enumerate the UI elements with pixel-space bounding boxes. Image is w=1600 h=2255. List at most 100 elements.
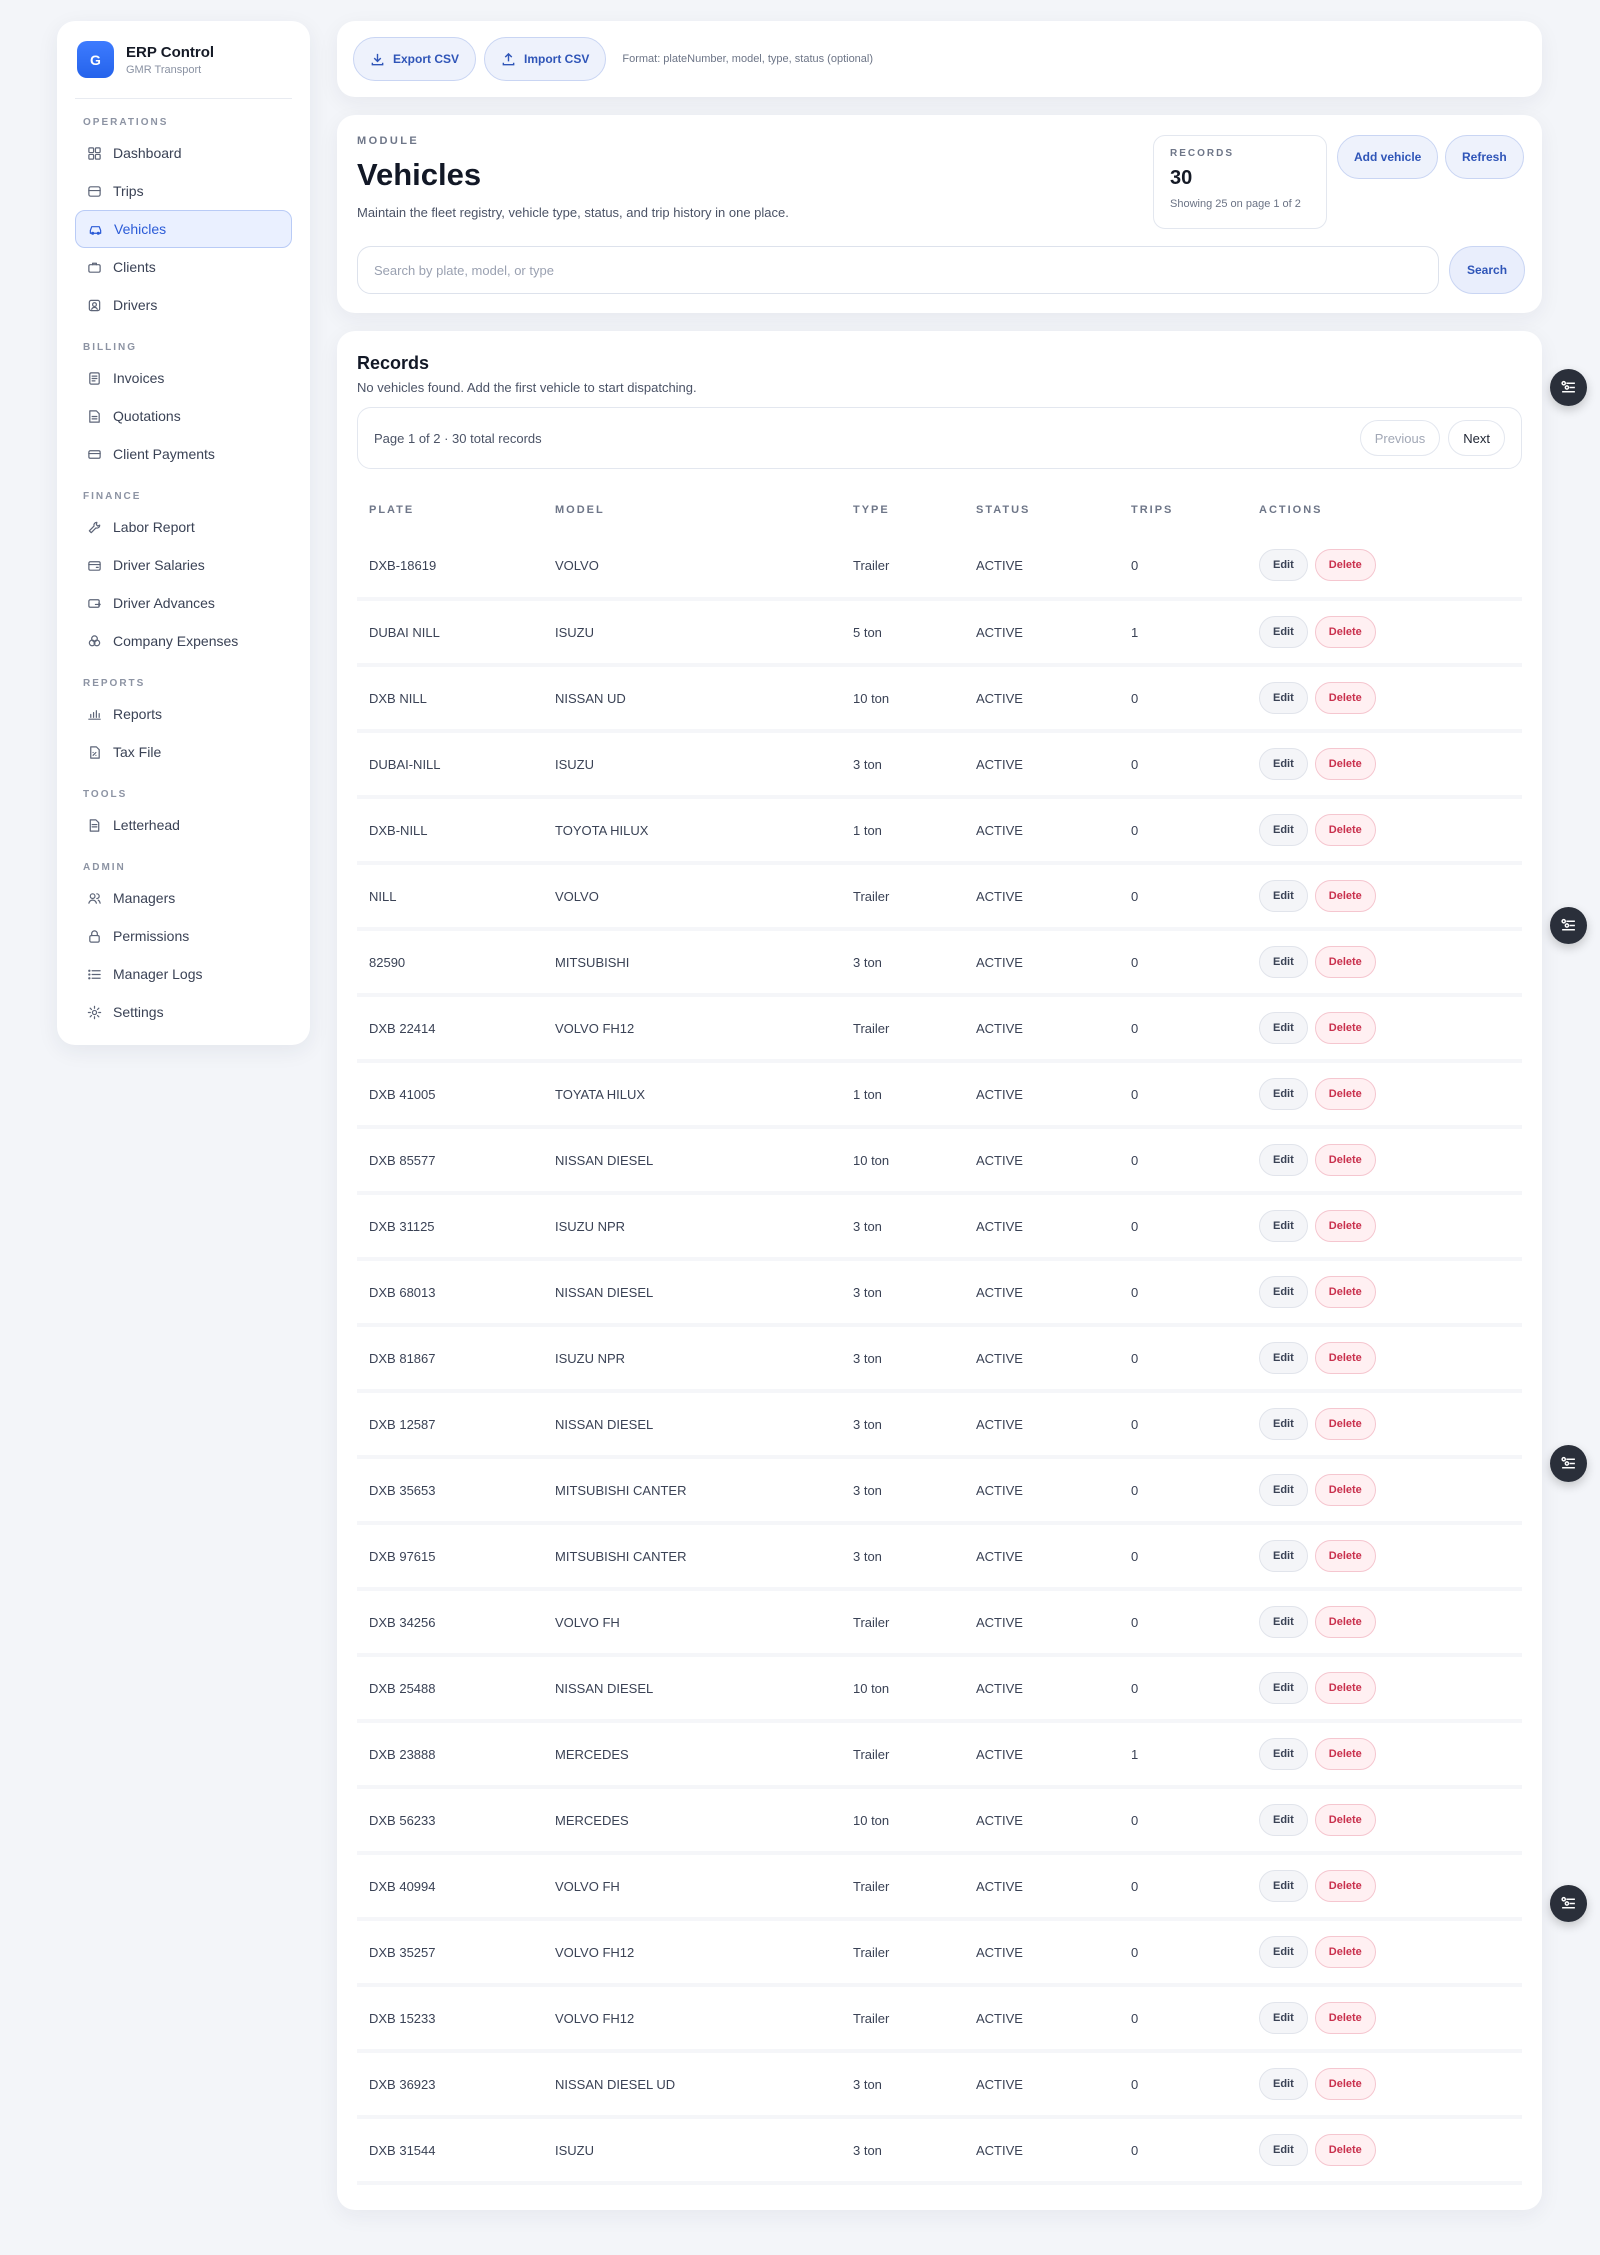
delete-button[interactable]: Delete <box>1314 1540 1376 1572</box>
edit-button[interactable]: Edit <box>1259 2068 1308 2100</box>
sidebar-item-settings[interactable]: Settings <box>75 993 292 1031</box>
delete-button[interactable]: Delete <box>1314 1276 1376 1308</box>
delete-button[interactable]: Delete <box>1314 748 1376 780</box>
floating-filter-button[interactable] <box>1550 907 1587 944</box>
edit-button[interactable]: Edit <box>1259 682 1308 714</box>
cell-actions: Edit Delete <box>1247 1655 1522 1723</box>
cell-model: ISUZU NPR <box>543 1193 841 1261</box>
refresh-button[interactable]: Refresh <box>1445 135 1524 179</box>
delete-button[interactable]: Delete <box>1314 1210 1376 1242</box>
cell-model: ISUZU <box>543 2117 841 2185</box>
delete-button[interactable]: Delete <box>1314 1408 1376 1440</box>
search-input[interactable] <box>357 246 1439 294</box>
cell-actions: Edit Delete <box>1247 929 1522 997</box>
sidebar-item-clients[interactable]: Clients <box>75 248 292 286</box>
edit-button[interactable]: Edit <box>1259 1210 1308 1242</box>
edit-button[interactable]: Edit <box>1259 1606 1308 1638</box>
floating-filter-button[interactable] <box>1550 1885 1587 1922</box>
table-row: DXB 22414 VOLVO FH12 Trailer ACTIVE 0 Edit Del… <box>357 995 1522 1063</box>
sidebar-item-driver-advances[interactable]: Driver Advances <box>75 584 292 622</box>
delete-button[interactable]: Delete <box>1314 1804 1376 1836</box>
export-csv-button[interactable]: Export CSV <box>353 37 477 81</box>
cell-plate: DXB 12587 <box>357 1391 543 1459</box>
delete-button[interactable]: Delete <box>1314 1738 1376 1770</box>
delete-button[interactable]: Delete <box>1314 1078 1376 1110</box>
edit-button[interactable]: Edit <box>1259 1342 1308 1374</box>
delete-button[interactable]: Delete <box>1314 1474 1376 1506</box>
next-page-button[interactable]: Next <box>1448 420 1505 456</box>
sidebar-item-labor-report[interactable]: Labor Report <box>75 508 292 546</box>
delete-button[interactable]: Delete <box>1314 2134 1376 2166</box>
sidebar-item-client-payments[interactable]: Client Payments <box>75 435 292 473</box>
cell-trips: 0 <box>1119 1325 1247 1393</box>
cell-status: ACTIVE <box>964 1721 1119 1789</box>
cell-model: NISSAN DIESEL <box>543 1259 841 1327</box>
edit-button[interactable]: Edit <box>1259 814 1308 846</box>
edit-button[interactable]: Edit <box>1259 1012 1308 1044</box>
sidebar-item-invoices[interactable]: Invoices <box>75 359 292 397</box>
floating-filter-button[interactable] <box>1550 369 1587 406</box>
import-csv-button[interactable]: Import CSV <box>484 37 607 81</box>
delete-button[interactable]: Delete <box>1314 946 1376 978</box>
edit-button[interactable]: Edit <box>1259 748 1308 780</box>
list-icon <box>88 969 101 979</box>
sidebar-item-quotations[interactable]: Quotations <box>75 397 292 435</box>
cell-status: ACTIVE <box>964 1523 1119 1591</box>
delete-button[interactable]: Delete <box>1314 880 1376 912</box>
brand-logo: G <box>77 41 114 78</box>
edit-button[interactable]: Edit <box>1259 1738 1308 1770</box>
add-vehicle-button[interactable]: Add vehicle <box>1337 135 1439 179</box>
import-csv-label: Import CSV <box>524 52 590 66</box>
edit-button[interactable]: Edit <box>1259 1804 1308 1836</box>
edit-button[interactable]: Edit <box>1259 2002 1308 2034</box>
stat-value: 30 <box>1170 167 1193 189</box>
delete-button[interactable]: Delete <box>1314 2002 1376 2034</box>
edit-button[interactable]: Edit <box>1259 2134 1308 2166</box>
sidebar-item-reports[interactable]: Reports <box>75 695 292 733</box>
edit-button[interactable]: Edit <box>1259 1672 1308 1704</box>
sidebar-item-tax-file[interactable]: Tax File <box>75 733 292 771</box>
edit-button[interactable]: Edit <box>1259 880 1308 912</box>
delete-button[interactable]: Delete <box>1314 1606 1376 1638</box>
delete-button[interactable]: Delete <box>1314 1936 1376 1968</box>
delete-button[interactable]: Delete <box>1314 2068 1376 2100</box>
sidebar-item-company-expenses[interactable]: Company Expenses <box>75 622 292 660</box>
edit-button[interactable]: Edit <box>1259 1474 1308 1506</box>
edit-button[interactable]: Edit <box>1259 616 1308 648</box>
edit-button[interactable]: Edit <box>1259 1078 1308 1110</box>
delete-button[interactable]: Delete <box>1314 1672 1376 1704</box>
edit-button[interactable]: Edit <box>1259 1936 1308 1968</box>
floating-filter-button[interactable] <box>1550 1445 1587 1482</box>
delete-button[interactable]: Delete <box>1314 1144 1376 1176</box>
previous-page-button[interactable]: Previous <box>1359 420 1441 456</box>
edit-button[interactable]: Edit <box>1259 1870 1308 1902</box>
sidebar-item-vehicles[interactable]: Vehicles <box>75 210 292 248</box>
delete-button[interactable]: Delete <box>1314 616 1376 648</box>
edit-button[interactable]: Edit <box>1259 549 1308 581</box>
table-row: DXB 56233 MERCEDES 10 ton ACTIVE 0 Edit Delete <box>357 1787 1522 1855</box>
cell-status: ACTIVE <box>964 1061 1119 1129</box>
cell-plate: DXB 97615 <box>357 1523 543 1591</box>
sidebar-item-letterhead[interactable]: Letterhead <box>75 806 292 844</box>
delete-button[interactable]: Delete <box>1314 1012 1376 1044</box>
sidebar-item-manager-logs[interactable]: Manager Logs <box>75 955 292 993</box>
cell-status: ACTIVE <box>964 1985 1119 2053</box>
edit-button[interactable]: Edit <box>1259 1276 1308 1308</box>
sidebar-item-trips[interactable]: Trips <box>75 172 292 210</box>
sidebar-item-managers[interactable]: Managers <box>75 879 292 917</box>
delete-button[interactable]: Delete <box>1314 814 1376 846</box>
delete-button[interactable]: Delete <box>1314 682 1376 714</box>
edit-button[interactable]: Edit <box>1259 1144 1308 1176</box>
delete-button[interactable]: Delete <box>1314 1342 1376 1374</box>
edit-button[interactable]: Edit <box>1259 1540 1308 1572</box>
delete-button[interactable]: Delete <box>1314 549 1376 581</box>
sidebar-item-driver-salaries[interactable]: Driver Salaries <box>75 546 292 584</box>
sidebar-item-permissions[interactable]: Permissions <box>75 917 292 955</box>
cell-trips: 0 <box>1119 1919 1247 1987</box>
sidebar-item-drivers[interactable]: Drivers <box>75 286 292 324</box>
edit-button[interactable]: Edit <box>1259 1408 1308 1440</box>
sidebar-item-dashboard[interactable]: Dashboard <box>75 134 292 172</box>
search-button[interactable]: Search <box>1449 246 1526 294</box>
edit-button[interactable]: Edit <box>1259 946 1308 978</box>
delete-button[interactable]: Delete <box>1314 1870 1376 1902</box>
